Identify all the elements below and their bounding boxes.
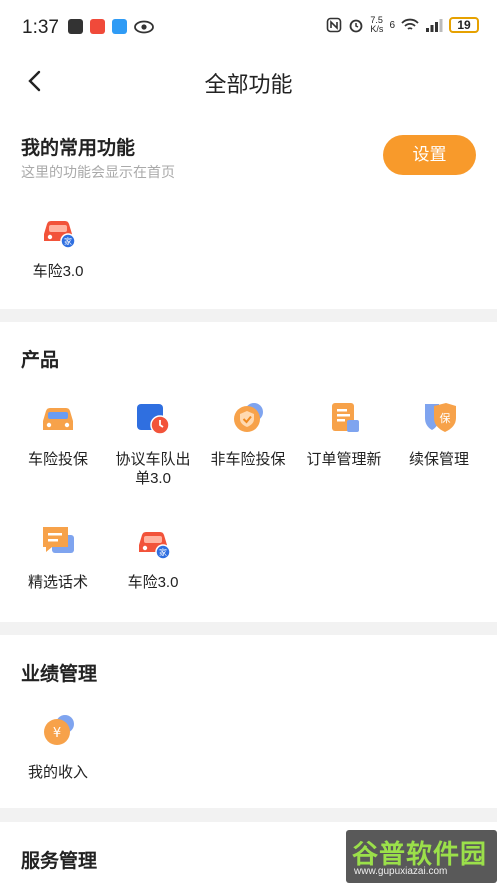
signal-icon [426,19,443,32]
app-badge-icon [90,19,105,34]
car-insurance-icon: 家 [133,521,173,561]
product-label: 协议车队出 单3.0 [115,451,191,487]
status-bar: 1:37 7.5 K/s 6 19 [0,0,497,56]
car-insurance-icon: 家 [38,210,78,250]
product-label: 非车险投保 [210,451,286,468]
network-type: 6 [389,19,395,31]
product-label: 车险3.0 [127,574,179,591]
svg-text:家: 家 [159,547,167,557]
function-item-car-insurance-3[interactable]: 家 车险3.0 [10,210,106,281]
page-title: 全部功能 [204,72,293,97]
performance-item-my-income[interactable]: ¥ 我的收入 [10,711,106,782]
products-section: 产品 车险投保 协议车队出 单3.0 非车险投保 订单管理新 保 续保管理 精选… [0,322,497,622]
product-item-selected-scripts[interactable]: 精选话术 [10,521,106,592]
settings-button[interactable]: 设置 [383,135,476,175]
section-title: 产品 [21,350,60,371]
chat-script-icon [38,521,78,561]
system-status: 7.5 K/s 6 19 [326,16,479,34]
product-item-car-insurance[interactable]: 车险投保 [10,398,106,469]
product-item-renewal-management[interactable]: 保 续保管理 [391,398,487,469]
renewal-shield-icon: 保 [419,398,459,438]
alarm-icon [350,19,363,33]
svg-text:¥: ¥ [53,726,61,741]
performance-section: 业绩管理 ¥ 我的收入 [0,635,497,808]
app-notification-icon [68,19,83,34]
wifi-icon [401,18,419,30]
product-item-car-insurance-3[interactable]: 家 车险3.0 [105,521,201,592]
section-title: 我的常用功能 [21,138,136,159]
product-label: 续保管理 [408,451,469,468]
product-label: 车险投保 [27,451,88,468]
watermark: 谷普软件园 www.gupuxiazai.com [346,830,497,883]
fleet-order-icon [133,398,173,438]
battery-indicator: 19 [449,17,479,33]
product-item-order-management[interactable]: 订单管理新 [296,398,392,469]
eye-icon [134,20,154,33]
watermark-url: www.gupuxiazai.com [354,866,448,877]
message-icon [112,19,127,34]
performance-label: 我的收入 [27,764,88,781]
car-icon [38,398,78,438]
section-title: 业绩管理 [21,664,98,685]
notification-icons [68,19,154,34]
svg-text:家: 家 [64,236,72,246]
status-time: 1:37 [22,17,59,38]
function-label: 车险3.0 [32,263,84,280]
order-doc-icon [324,398,364,438]
product-label: 订单管理新 [306,451,382,468]
svg-text:保: 保 [440,411,451,425]
product-item-non-car-insurance[interactable]: 非车险投保 [200,398,296,469]
nav-bar: 全部功能 [0,56,497,106]
common-functions-section: 我的常用功能 这里的功能会显示在首页 设置 家 车险3.0 [0,106,497,309]
product-label: 精选话术 [27,574,88,591]
net-speed: 7.5 K/s [370,15,384,34]
nfc-icon [327,17,342,33]
section-title: 服务管理 [21,851,98,872]
section-subtitle: 这里的功能会显示在首页 [21,164,175,180]
shield-check-icon [228,398,268,438]
income-coin-icon: ¥ [38,711,78,751]
product-item-fleet-order[interactable]: 协议车队出 单3.0 [105,398,201,488]
